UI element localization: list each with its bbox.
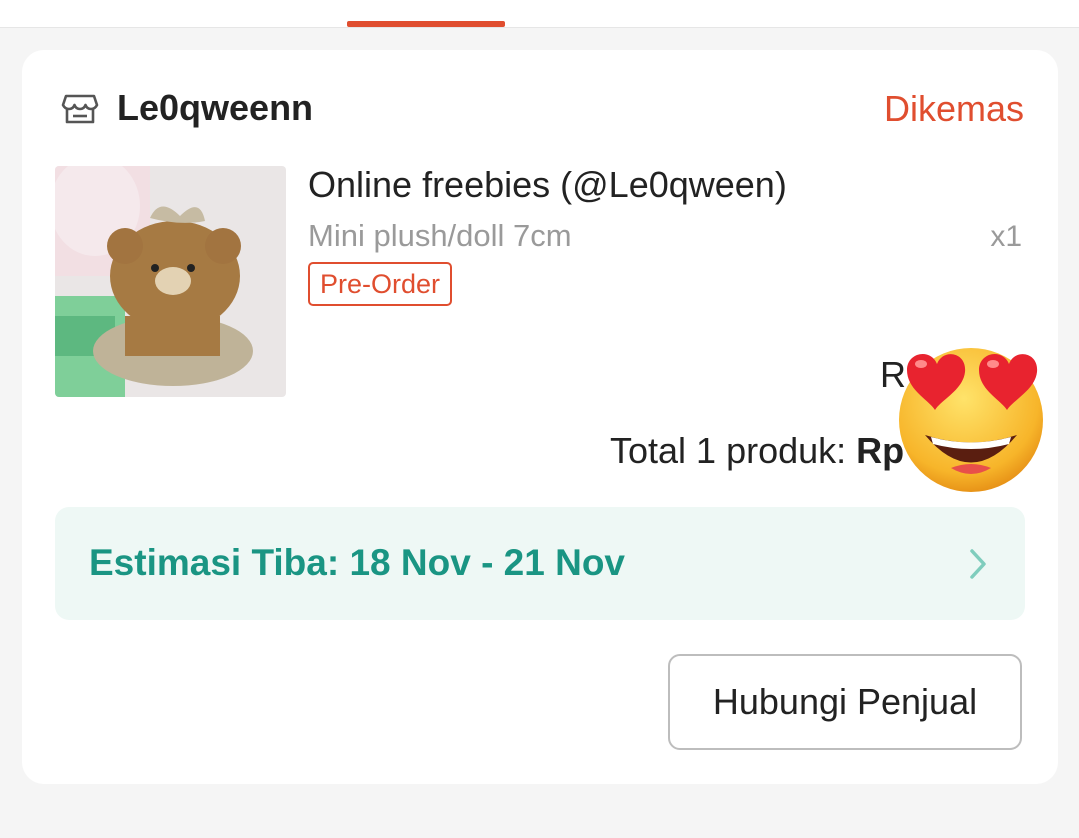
top-tab-bar	[0, 0, 1079, 28]
pre-order-badge: Pre-Order	[308, 262, 453, 306]
shop-icon	[60, 88, 100, 128]
shop-header[interactable]: Le0qweenn	[60, 86, 313, 130]
delivery-estimate-banner[interactable]: Estimasi Tiba: 18 Nov - 21 Nov	[55, 507, 1025, 620]
delivery-estimate-text: Estimasi Tiba: 18 Nov - 21 Nov	[89, 542, 626, 583]
order-total: Total 1 produk: Rp	[610, 430, 904, 472]
heart-eyes-emoji-icon	[895, 340, 1047, 492]
active-tab-indicator	[347, 21, 505, 27]
shop-name[interactable]: Le0qweenn	[117, 87, 313, 129]
product-quantity: x1	[990, 220, 1022, 253]
contact-seller-button[interactable]: Hubungi Penjual	[668, 654, 1022, 750]
product-variant: Mini plush/doll 7cm	[308, 218, 572, 253]
order-status: Dikemas	[883, 88, 1024, 129]
product-title[interactable]: Online freebies (@Le0qween)	[308, 164, 787, 206]
total-label: Total 1 produk:	[610, 430, 847, 471]
chevron-right-icon	[967, 547, 989, 581]
product-thumbnail[interactable]	[55, 166, 286, 397]
order-card[interactable]: Le0qweenn Dikemas Online freebies (@Le0q…	[22, 50, 1058, 784]
